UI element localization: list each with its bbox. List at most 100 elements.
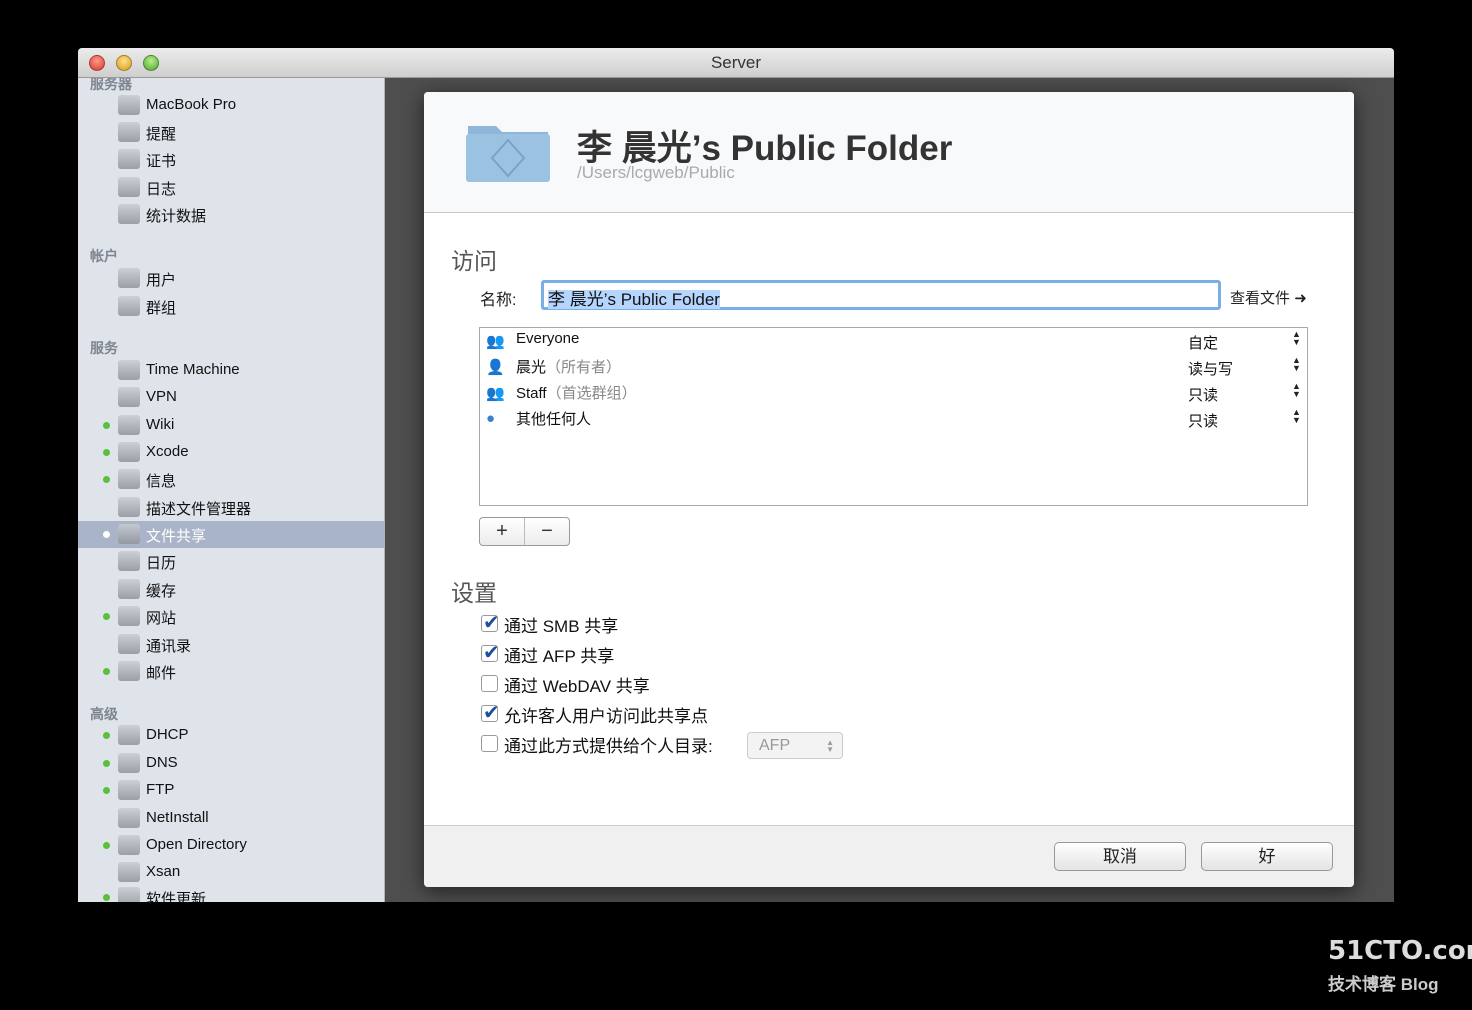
window-title: Server — [710, 53, 762, 72]
sidebar-item[interactable]: VPN — [78, 384, 384, 411]
sidebar-item[interactable]: 日志 — [78, 174, 384, 201]
running-indicator — [103, 476, 110, 483]
sidebar-item[interactable]: 描述文件管理器 — [78, 494, 384, 521]
log-icon — [118, 177, 140, 197]
add-button[interactable]: + — [480, 518, 524, 545]
minimize-button[interactable] — [116, 55, 132, 71]
cancel-button[interactable]: 取消 — [1054, 842, 1186, 871]
sidebar-item[interactable]: NetInstall — [78, 805, 384, 832]
sidebar-item-label: 通讯录 — [146, 638, 192, 655]
option-label: 通过此方式提供给个人目录: — [504, 737, 713, 756]
xsan-icon — [118, 862, 140, 882]
file-sharing-icon — [118, 524, 140, 544]
sidebar-group-header: 高级 — [90, 706, 118, 722]
permission-name: Staff — [516, 385, 547, 402]
permission-row[interactable]: ● 其他任何人 只读 ▲ ▼ — [480, 406, 1307, 432]
name-label: 名称: — [480, 292, 517, 309]
checkbox-icon[interactable] — [481, 700, 500, 725]
group-icon — [118, 296, 140, 316]
share-point-sheet: 李 晨光’s Public Folder /Users/lcgweb/Publi… — [424, 92, 1354, 887]
running-indicator — [103, 760, 110, 767]
sidebar-item[interactable]: 日历 — [78, 548, 384, 575]
sidebar-item-label: 证书 — [146, 153, 177, 170]
sidebar-item[interactable]: Wiki — [78, 412, 384, 439]
permission-select[interactable]: 只读 — [1188, 384, 1218, 405]
checkbox-icon[interactable] — [481, 675, 498, 692]
sidebar-item[interactable]: 信息 — [78, 466, 384, 493]
close-button[interactable] — [89, 55, 105, 71]
sidebar-item[interactable]: 证书 — [78, 146, 384, 173]
sidebar-item-label: Open Directory — [146, 836, 247, 853]
home-protocol-select[interactable]: AFP ▲ ▼ — [747, 732, 843, 759]
sidebar-item[interactable]: DNS — [78, 750, 384, 777]
sidebar-item[interactable]: 缓存 — [78, 576, 384, 603]
sheet-footer: 取消 好 — [424, 825, 1354, 887]
checkbox-icon[interactable] — [481, 610, 500, 635]
sidebar-item[interactable]: 邮件 — [78, 658, 384, 685]
permission-select[interactable]: 只读 — [1188, 410, 1218, 431]
checkbox-icon[interactable] — [481, 735, 498, 752]
permission-select[interactable]: 自定 — [1188, 332, 1218, 353]
sidebar-item[interactable]: Open Directory — [78, 832, 384, 859]
remove-button[interactable]: − — [524, 518, 569, 545]
permission-row[interactable]: 👥 Staff（首选群组） 只读 ▲ ▼ — [480, 380, 1307, 406]
running-indicator — [103, 613, 110, 620]
certificate-icon — [118, 149, 140, 169]
sidebar-item[interactable]: 通讯录 — [78, 631, 384, 658]
running-indicator — [103, 787, 110, 794]
permission-select[interactable]: 读与写 — [1188, 358, 1233, 379]
dns-icon — [118, 753, 140, 773]
vpn-icon — [118, 387, 140, 407]
permission-name: 晨光 — [516, 359, 547, 376]
calendar-icon — [118, 551, 140, 571]
sidebar-item-label: NetInstall — [146, 809, 209, 826]
sidebar-item[interactable]: FTP — [78, 777, 384, 804]
title-bar: Server — [78, 48, 1394, 78]
profile-manager-icon — [118, 497, 140, 517]
open-directory-icon — [118, 835, 140, 855]
checkbox-icon[interactable] — [481, 640, 500, 665]
sidebar-item-label: DHCP — [146, 726, 189, 743]
sidebar-item[interactable]: MacBook Pro — [78, 92, 384, 119]
sidebar-item[interactable]: Time Machine — [78, 357, 384, 384]
sidebar: 服务器 MacBook Pro 提醒 证书 日志 统计数据 帐户 用户 群组 服务 Time Mac… — [78, 78, 385, 902]
updown-icon: ▲ ▼ — [1292, 355, 1301, 373]
sidebar-item[interactable]: 用户 — [78, 265, 384, 292]
sidebar-item[interactable]: 统计数据 — [78, 201, 384, 228]
sidebar-item-label: Wiki — [146, 416, 175, 433]
sidebar-item-label: 日志 — [146, 181, 177, 198]
sidebar-item-label: 统计数据 — [146, 208, 207, 225]
view-files-label: 查看文件 — [1230, 290, 1291, 307]
view-files-link[interactable]: 查看文件 ➜ — [1230, 287, 1307, 308]
option-label: 通过 AFP 共享 — [504, 647, 615, 666]
sidebar-item-label: 用户 — [146, 272, 177, 289]
running-indicator — [103, 668, 110, 675]
sidebar-item[interactable]: 群组 — [78, 293, 384, 320]
sidebar-item-label: VPN — [146, 388, 177, 405]
home-protocol-value: AFP — [759, 737, 791, 754]
permission-row[interactable]: 👥 Everyone 自定 ▲ ▼ — [480, 328, 1307, 354]
permissions-list[interactable]: 👥 Everyone 自定 ▲ ▼ 👤 晨光（所有者） 读与写 ▲ ▼ 👥 Staff（首选群组） 只读… — [479, 327, 1308, 506]
sidebar-item-label: 信息 — [146, 473, 177, 490]
sidebar-item[interactable]: 文件共享 — [78, 521, 384, 548]
sidebar-item-label: 软件更新 — [146, 891, 207, 902]
updown-icon: ▲ ▼ — [1292, 381, 1301, 399]
caching-icon — [118, 579, 140, 599]
sidebar-group-header: 服务 — [90, 340, 118, 356]
sidebar-item-label: 描述文件管理器 — [146, 501, 252, 518]
ok-button[interactable]: 好 — [1201, 842, 1333, 871]
sidebar-item[interactable]: DHCP — [78, 722, 384, 749]
sidebar-item-label: 群组 — [146, 300, 177, 317]
sidebar-item-label: 邮件 — [146, 665, 177, 682]
zoom-button[interactable] — [143, 55, 159, 71]
name-value: 李 晨光’s Public Folder — [548, 290, 720, 309]
sidebar-item[interactable]: 提醒 — [78, 119, 384, 146]
sidebar-item[interactable]: 网站 — [78, 603, 384, 630]
updown-icon: ▲ ▼ — [1292, 407, 1301, 425]
sidebar-item[interactable]: 软件更新 — [78, 884, 384, 902]
sidebar-item[interactable]: Xcode — [78, 439, 384, 466]
permission-row[interactable]: 👤 晨光（所有者） 读与写 ▲ ▼ — [480, 354, 1307, 380]
name-field[interactable]: 李 晨光’s Public Folder — [541, 280, 1221, 310]
group-icon: 👥 — [486, 333, 505, 350]
sidebar-item[interactable]: Xsan — [78, 859, 384, 886]
